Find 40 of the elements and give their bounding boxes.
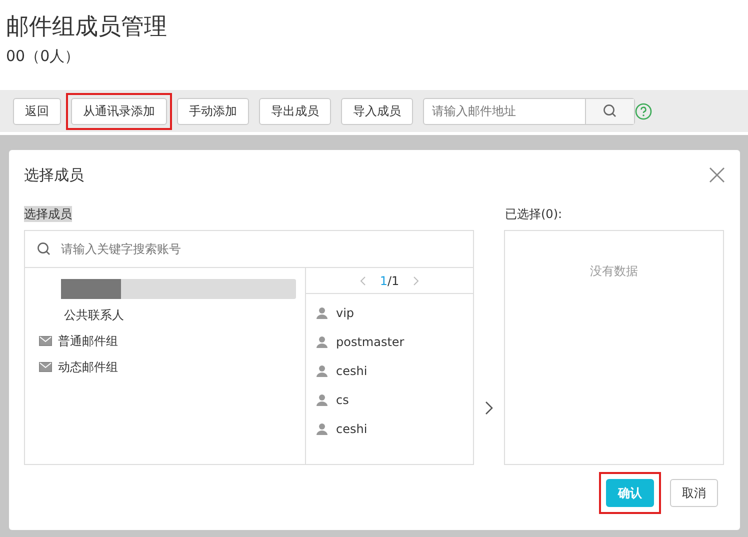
close-icon[interactable]: [709, 167, 725, 183]
member-item[interactable]: cs: [336, 392, 349, 406]
search-box[interactable]: 请输入邮件地址: [423, 98, 635, 124]
page-indicator: 1/1: [380, 274, 400, 288]
member-item[interactable]: vip: [336, 306, 354, 320]
search-button[interactable]: [585, 98, 634, 124]
member-item[interactable]: ceshi: [336, 364, 368, 378]
empty-message: 没有数据: [590, 263, 638, 279]
person-icon: [316, 336, 328, 348]
person-icon: [316, 422, 328, 434]
person-icon: [316, 306, 328, 318]
member-item[interactable]: ceshi: [336, 422, 368, 436]
envelope-icon: [39, 362, 52, 372]
toolbar-button[interactable]: 导入成员: [341, 98, 413, 124]
person-icon: [316, 364, 328, 376]
search-icon: [603, 104, 617, 118]
move-right-icon[interactable]: [485, 400, 493, 414]
account-search-field[interactable]: 请输入关键字搜索账号: [59, 241, 473, 257]
member-item[interactable]: postmaster: [336, 334, 404, 348]
tree-item[interactable]: 普通邮件组: [58, 332, 118, 350]
dialog-title: 选择成员: [24, 166, 84, 184]
section-label: 选择成员: [24, 206, 72, 222]
tree-item[interactable]: 公共联系人: [64, 306, 124, 324]
email-search-field[interactable]: 请输入邮件地址: [424, 98, 585, 124]
person-icon: [316, 394, 328, 406]
tree-item[interactable]: 动态邮件组: [58, 358, 118, 376]
page-title: 邮件组成员管理: [6, 13, 167, 42]
selected-count-label: 已选择(0):: [505, 206, 564, 222]
toolbar-button[interactable]: 从通讯录添加: [71, 98, 167, 124]
group-count: 00（0人）: [6, 46, 80, 66]
previous-page-icon[interactable]: [360, 276, 366, 286]
next-page-icon[interactable]: [413, 276, 420, 286]
cancel-button[interactable]: 取消: [670, 479, 718, 507]
envelope-icon: [39, 336, 52, 346]
toolbar-button[interactable]: 返回: [13, 98, 61, 124]
redacted-tree-item[interactable]: [61, 279, 296, 299]
toolbar-button[interactable]: 导出成员: [259, 98, 331, 124]
toolbar-button[interactable]: 手动添加: [177, 98, 249, 124]
help-icon[interactable]: [635, 102, 652, 120]
search-icon: [37, 242, 51, 256]
